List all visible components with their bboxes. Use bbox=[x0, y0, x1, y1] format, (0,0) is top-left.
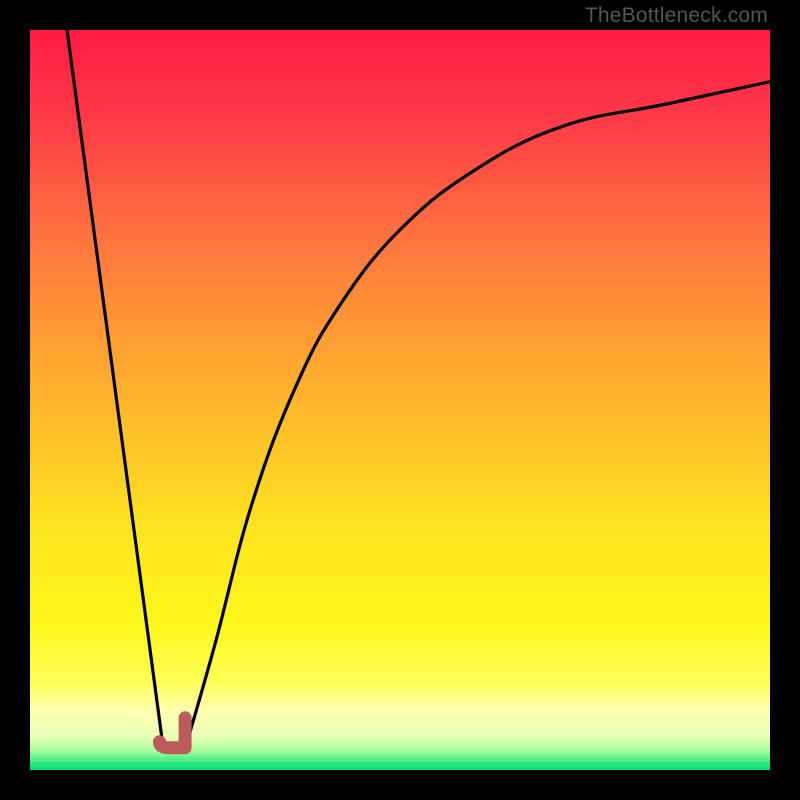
curve-right-arm bbox=[185, 82, 770, 748]
curve-left-arm bbox=[67, 30, 163, 748]
watermark-text: TheBottleneck.com bbox=[585, 4, 768, 28]
chart-frame: TheBottleneck.com bbox=[0, 0, 800, 800]
min-marker bbox=[160, 718, 186, 748]
curve-layer bbox=[30, 30, 770, 770]
plot-area bbox=[30, 30, 770, 770]
